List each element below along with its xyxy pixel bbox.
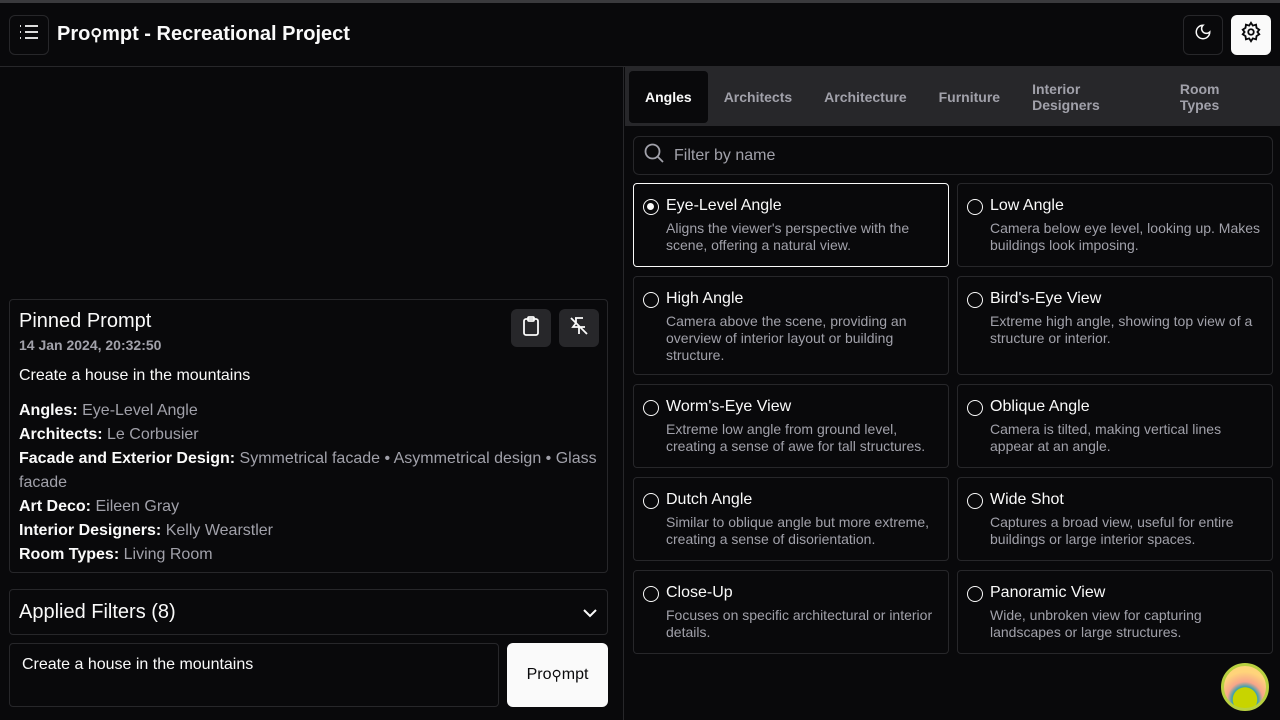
pinned-attribute: Art Deco: Eileen Gray [19,495,598,519]
option-card[interactable]: Dutch Angle Similar to oblique angle but … [633,477,949,561]
option-description: Camera above the scene, providing an ove… [666,313,907,363]
radio-button[interactable] [643,292,659,308]
attribute-label: Facade and Exterior Design: [19,450,236,467]
attribute-value: Eileen Gray [95,498,180,515]
clipboard-icon [522,315,540,341]
tab-architecture[interactable]: Architecture [808,71,922,123]
radio-button[interactable] [643,400,659,416]
attribute-label: Art Deco: [19,498,92,515]
option-description: Focuses on specific architectural or int… [666,607,933,640]
option-description: Camera below eye level, looking up. Make… [990,220,1261,253]
chat-question-icon: ⚲ [90,27,103,44]
option-description: Similar to oblique angle but more extrem… [666,514,930,547]
settings-button[interactable] [1231,14,1271,55]
pinned-attribute: Architects: Le Corbusier [19,423,598,447]
option-card[interactable]: Eye-Level Angle Aligns the viewer's persp… [633,183,949,267]
radio-button[interactable] [967,586,983,602]
pinned-prompt-card: Pinned Prompt 14 Jan 2024, 20:32:50 Crea… [9,299,608,573]
filter-input[interactable]: Filter by name [633,136,1273,175]
option-name: Close-Up [666,584,733,601]
option-card[interactable]: Panoramic View Wide, unbroken view for ca… [957,570,1273,654]
tab-architects[interactable]: Architects [708,71,808,123]
attribute-label: Architects: [19,426,103,443]
tab-room-types[interactable]: Room Types [1164,71,1276,123]
option-card[interactable]: Low Angle Camera below eye level, looking… [957,183,1273,267]
option-name: Low Angle [990,197,1064,214]
radio-button[interactable] [643,493,659,509]
app-title: Pro⚲mpt - Recreational Project [57,23,350,46]
prompt-button-label: mpt [561,666,589,683]
option-name: High Angle [666,290,744,307]
prompt-button-label: Pro [526,666,552,683]
right-panel: Angles Architects Architecture Furniture Int… [625,67,1280,720]
option-name: Panoramic View [990,584,1106,601]
category-tabs: Angles Architects Architecture Furniture Int… [625,67,1280,126]
gear-icon [1240,21,1262,48]
search-icon [644,143,664,168]
title-part: mpt - Recreational Project [102,23,350,45]
option-name: Eye-Level Angle [666,197,782,214]
theme-toggle-button[interactable] [1183,14,1223,55]
user-avatar[interactable] [1221,663,1269,711]
moon-icon [1194,23,1212,46]
prompt-input[interactable]: Create a house in the mountains [9,643,499,707]
option-description: Camera is tilted, making vertical lines … [990,421,1222,454]
unpin-button[interactable] [559,309,599,347]
pinned-attribute: Angles: Eye-Level Angle [19,399,598,423]
options-grid: Eye-Level Angle Aligns the viewer's persp… [633,183,1273,654]
radio-button[interactable] [967,493,983,509]
app-header: Pro⚲mpt - Recreational Project [0,3,1280,67]
pinned-attribute: Interior Designers: Kelly Wearstler [19,519,598,543]
radio-button[interactable] [643,586,659,602]
radio-button[interactable] [967,400,983,416]
pinned-text: Create a house in the mountains [19,367,251,384]
option-card[interactable]: Bird's-Eye View Extreme high angle, showi… [957,276,1273,375]
chevron-down-icon [582,601,598,624]
attribute-label: Room Types: [19,546,120,563]
chat-question-icon: ⚲ [551,666,562,683]
applied-filters-label: Applied Filters (8) [19,600,176,623]
radio-button[interactable] [967,199,983,215]
pinned-attributes: Angles: Eye-Level Angle Architects: Le Co… [19,399,598,567]
option-name: Oblique Angle [990,398,1090,415]
menu-button[interactable] [9,14,49,55]
attribute-value: Le Corbusier [107,426,199,443]
attribute-value: Living Room [123,546,213,563]
pinned-attribute: Room Types: Living Room [19,543,598,567]
attribute-value: Kelly Wearstler [165,522,274,539]
option-description: Extreme low angle from ground level, cre… [666,421,926,454]
filter-placeholder: Filter by name [674,146,776,164]
option-name: Wide Shot [990,491,1064,508]
attribute-label: Interior Designers: [19,522,162,539]
option-card[interactable]: Worm's-Eye View Extreme low angle from gr… [633,384,949,468]
pin-off-icon [569,316,589,341]
option-description: Extreme high angle, showing top view of … [990,313,1253,346]
pinned-attribute: Facade and Exterior Design: Symmetrical … [19,447,598,495]
attribute-value: Eye-Level Angle [82,402,198,419]
prompt-button[interactable]: Pro ⚲ mpt [507,643,608,707]
title-part: Pro [57,23,91,45]
tab-furniture[interactable]: Furniture [923,71,1016,123]
option-description: Captures a broad view, useful for entire… [990,514,1234,547]
left-panel: Pinned Prompt 14 Jan 2024, 20:32:50 Crea… [0,67,624,720]
copy-button[interactable] [511,309,551,347]
tab-interior-designers[interactable]: Interior Designers [1016,71,1164,123]
list-icon [19,24,39,45]
option-description: Aligns the viewer's perspective with the… [666,220,910,253]
option-name: Worm's-Eye View [666,398,792,415]
option-name: Bird's-Eye View [990,290,1102,307]
tab-angles[interactable]: Angles [629,70,708,123]
radio-button[interactable] [967,292,983,308]
radio-button[interactable] [643,199,659,215]
attribute-label: Angles: [19,402,78,419]
option-card[interactable]: Wide Shot Captures a broad view, useful f… [957,477,1273,561]
option-name: Dutch Angle [666,491,753,508]
option-card[interactable]: Close-Up Focuses on specific architectura… [633,570,949,654]
applied-filters-toggle[interactable]: Applied Filters (8) [9,589,608,635]
option-card[interactable]: High Angle Camera above the scene, provid… [633,276,949,375]
option-description: Wide, unbroken view for capturing landsc… [990,607,1202,640]
option-card[interactable]: Oblique Angle Camera is tilted, making ve… [957,384,1273,468]
